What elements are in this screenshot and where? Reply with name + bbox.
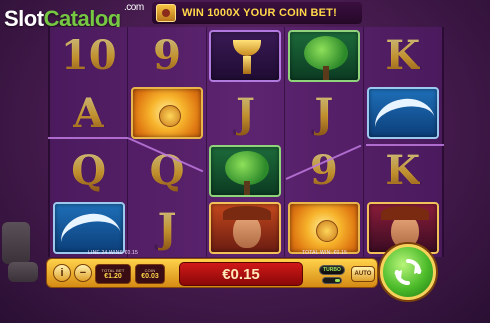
sun-symbol-icon [131, 87, 204, 140]
tree-symbol-icon [209, 144, 282, 197]
control-bar: i − TOTAL BET €1.20 COIN €0.03 €0.15 TUR… [46, 258, 378, 288]
refresh-arrows-icon [394, 259, 422, 285]
reel-cell [207, 27, 286, 85]
coin-field: COIN €0.03 [135, 264, 165, 284]
top-banner: WIN 1000X YOUR COIN BET! [152, 2, 362, 24]
reel-cell [364, 85, 442, 143]
reel-cell: K [364, 27, 442, 85]
wave-symbol-icon [366, 87, 439, 140]
reel-cell: 10 [50, 27, 129, 85]
treasure-icon [156, 4, 176, 22]
symbol-j: J [314, 89, 334, 137]
symbol-10: 10 [60, 32, 117, 80]
total-win-text: TOTAL WIN: €0.15 [302, 250, 348, 256]
symbol-k: K [385, 32, 421, 80]
reel-cell [50, 199, 129, 257]
reel-cell [128, 84, 207, 142]
reel-cell: J [207, 84, 286, 142]
spin-button[interactable] [380, 244, 436, 300]
reel-cell: K [364, 142, 442, 200]
reel-cell: Q [50, 142, 129, 200]
watermark-com: .com [124, 2, 144, 13]
win-line [366, 144, 444, 146]
watermark-slot: Slot [4, 6, 44, 31]
woman-symbol-icon [209, 202, 282, 255]
info-button[interactable]: i [53, 264, 71, 282]
bet-decrease-button[interactable]: − [74, 264, 92, 282]
symbol-9: 9 [309, 147, 338, 195]
symbol-9: 9 [153, 32, 182, 80]
symbol-j: J [236, 89, 255, 137]
reel-cell [285, 27, 364, 85]
reel-cell: Q [128, 142, 207, 200]
reel-cell [207, 142, 286, 200]
reel-cell: J [285, 84, 364, 142]
tree-symbol-icon [287, 29, 360, 82]
symbol-a: A [73, 89, 105, 137]
line-win-text: LINE 24 WINS €0.15 [88, 250, 139, 256]
win-line [48, 137, 128, 139]
total-bet-field: TOTAL BET €1.20 [95, 264, 131, 284]
reel-cell [207, 199, 286, 257]
background-rock [8, 262, 38, 282]
wave-symbol-icon [52, 202, 125, 255]
symbol-k: K [385, 147, 421, 195]
auto-button[interactable]: AUTO [351, 266, 375, 282]
turbo-toggle[interactable] [322, 277, 342, 284]
reel-grid: 10 9 K A J J Q Q 9 K J [48, 27, 444, 257]
symbol-j: J [157, 204, 177, 252]
total-bet-value: €1.20 [104, 273, 122, 280]
reel-cell: A [50, 84, 129, 142]
turbo-button[interactable]: TURBO [319, 265, 345, 275]
background-rock [2, 222, 30, 264]
win-display: €0.15 [179, 262, 303, 286]
reel-cell [285, 199, 364, 257]
reel-cell: 9 [128, 27, 207, 85]
sun-symbol-icon [287, 202, 360, 255]
banner-text: WIN 1000X YOUR COIN BET! [182, 7, 337, 19]
coin-value: €0.03 [141, 273, 159, 280]
symbol-q: Q [71, 147, 107, 195]
reel-cell: J [128, 199, 207, 257]
goblet-symbol-icon [209, 29, 282, 82]
